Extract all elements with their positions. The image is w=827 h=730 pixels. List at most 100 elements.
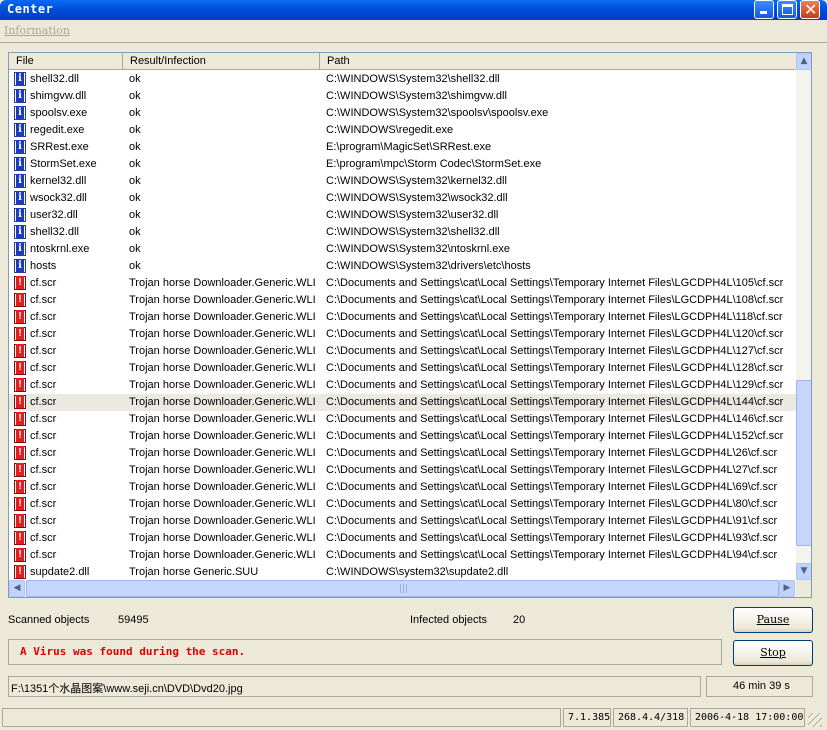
scroll-left-button[interactable]: ◀	[9, 580, 25, 597]
cell-file: cf.scr	[30, 447, 57, 459]
table-row[interactable]: cf.scr Trojan horse Downloader.Generic.WL…	[9, 360, 796, 377]
cell-result: ok	[129, 107, 141, 119]
virus-found-message: A Virus was found during the scan.	[20, 645, 246, 658]
cell-path: C:\WINDOWS\regedit.exe	[326, 124, 454, 136]
table-row[interactable]: cf.scr Trojan horse Downloader.Generic.WL…	[9, 275, 796, 292]
info-icon	[14, 72, 26, 86]
resize-grip[interactable]	[808, 713, 822, 727]
cell-file: user32.dll	[30, 209, 78, 221]
cell-path: C:\Documents and Settings\cat\Local Sett…	[326, 396, 784, 408]
table-row[interactable]: cf.scr Trojan horse Downloader.Generic.WL…	[9, 394, 796, 411]
menu-information[interactable]: Information	[4, 24, 70, 37]
table-row[interactable]: shell32.dll ok C:\WINDOWS\System32\shell32…	[9, 224, 796, 241]
vertical-scroll-thumb[interactable]	[796, 380, 811, 546]
info-icon	[14, 174, 26, 188]
warning-icon	[14, 446, 26, 460]
minimize-icon	[760, 11, 767, 14]
info-icon	[14, 89, 26, 103]
column-header-result[interactable]: Result/Infection	[123, 53, 320, 70]
table-row[interactable]: cf.scr Trojan horse Downloader.Generic.WL…	[9, 343, 796, 360]
maximize-button[interactable]	[777, 0, 797, 19]
column-header-path[interactable]: Path	[320, 53, 796, 70]
cell-result: Trojan horse Downloader.Generic.WLI	[129, 430, 316, 442]
cell-result: ok	[129, 192, 141, 204]
column-header-file[interactable]: File	[9, 53, 123, 70]
table-row[interactable]: shimgvw.dll ok C:\WINDOWS\System32\shimgvw…	[9, 88, 796, 105]
warning-icon	[14, 412, 26, 426]
table-row[interactable]: cf.scr Trojan horse Downloader.Generic.WL…	[9, 377, 796, 394]
cell-path: C:\Documents and Settings\cat\Local Sett…	[326, 311, 783, 323]
cell-path: C:\WINDOWS\System32\kernel32.dll	[326, 175, 507, 187]
stop-button[interactable]: Stop	[733, 640, 813, 666]
table-row[interactable]: spoolsv.exe ok C:\WINDOWS\System32\spoolsv…	[9, 105, 796, 122]
cell-path: C:\Documents and Settings\cat\Local Sett…	[326, 294, 784, 306]
minimize-button[interactable]	[754, 0, 774, 19]
cell-path: C:\WINDOWS\System32\ntoskrnl.exe	[326, 243, 510, 255]
cell-result: Trojan horse Downloader.Generic.WLI	[129, 345, 316, 357]
table-row[interactable]: ntoskrnl.exe ok C:\WINDOWS\System32\ntoskr…	[9, 241, 796, 258]
warning-icon	[14, 480, 26, 494]
table-row[interactable]: cf.scr Trojan horse Downloader.Generic.WL…	[9, 445, 796, 462]
table-row[interactable]: SRRest.exe ok E:\program\MagicSet\SRRest.e…	[9, 139, 796, 156]
table-row[interactable]: cf.scr Trojan horse Downloader.Generic.WL…	[9, 547, 796, 564]
list-header: File Result/Infection Path	[9, 53, 796, 70]
table-row[interactable]: cf.scr Trojan horse Downloader.Generic.WL…	[9, 411, 796, 428]
table-row[interactable]: cf.scr Trojan horse Downloader.Generic.WL…	[9, 326, 796, 343]
warning-icon	[14, 429, 26, 443]
cell-result: Trojan horse Downloader.Generic.WLI	[129, 396, 316, 408]
table-row[interactable]: kernel32.dll ok C:\WINDOWS\System32\kernel…	[9, 173, 796, 190]
cell-result: ok	[129, 209, 141, 221]
table-row[interactable]: cf.scr Trojan horse Downloader.Generic.WL…	[9, 513, 796, 530]
cell-result: Trojan horse Downloader.Generic.WLI	[129, 464, 316, 476]
table-row[interactable]: cf.scr Trojan horse Downloader.Generic.WL…	[9, 292, 796, 309]
table-row[interactable]: cf.scr Trojan horse Downloader.Generic.WL…	[9, 479, 796, 496]
table-row[interactable]: cf.scr Trojan horse Downloader.Generic.WL…	[9, 309, 796, 326]
table-row[interactable]: cf.scr Trojan horse Downloader.Generic.WL…	[9, 428, 796, 445]
status-panel-empty	[2, 708, 561, 727]
cell-result: Trojan horse Downloader.Generic.WLI	[129, 379, 316, 391]
cell-path: C:\Documents and Settings\cat\Local Sett…	[326, 532, 778, 544]
info-icon	[14, 123, 26, 137]
cell-result: Trojan horse Downloader.Generic.WLI	[129, 362, 316, 374]
warning-icon	[14, 463, 26, 477]
cell-result: Trojan horse Downloader.Generic.WLI	[129, 549, 316, 561]
pause-button[interactable]: Pause	[733, 607, 813, 633]
horizontal-scroll-thumb[interactable]: |||	[26, 580, 779, 597]
cell-result: Trojan horse Downloader.Generic.WLI	[129, 447, 316, 459]
table-row[interactable]: StormSet.exe ok E:\program\mpc\Storm Codec…	[9, 156, 796, 173]
cell-file: cf.scr	[30, 396, 57, 408]
table-row[interactable]: supdate2.dll Trojan horse Generic.SUU C:\W…	[9, 564, 796, 580]
table-row[interactable]: cf.scr Trojan horse Downloader.Generic.WL…	[9, 462, 796, 479]
table-row[interactable]: user32.dll ok C:\WINDOWS\System32\user32.d…	[9, 207, 796, 224]
scrollbar-corner	[796, 580, 811, 597]
scroll-right-button[interactable]: ▶	[779, 580, 795, 597]
table-row[interactable]: wsock32.dll ok C:\WINDOWS\System32\wsock32…	[9, 190, 796, 207]
title-bar: Center ✕	[0, 0, 827, 20]
cell-file: regedit.exe	[30, 124, 85, 136]
cell-result: Trojan horse Downloader.Generic.WLI	[129, 481, 316, 493]
cell-path: C:\Documents and Settings\cat\Local Sett…	[326, 277, 784, 289]
cell-path: C:\WINDOWS\System32\drivers\etc\hosts	[326, 260, 531, 272]
warning-icon	[14, 293, 26, 307]
table-row[interactable]: shell32.dll ok C:\WINDOWS\System32\shell32…	[9, 71, 796, 88]
status-database: 268.4.4/318	[613, 708, 688, 727]
info-icon	[14, 259, 26, 273]
info-icon	[14, 225, 26, 239]
cell-path: C:\Documents and Settings\cat\Local Sett…	[326, 345, 784, 357]
table-row[interactable]: hosts ok C:\WINDOWS\System32\drivers\etc\h…	[9, 258, 796, 275]
scroll-down-button[interactable]: ▼	[796, 563, 811, 580]
close-icon: ✕	[804, 0, 818, 19]
table-row[interactable]: regedit.exe ok C:\WINDOWS\regedit.exe	[9, 122, 796, 139]
status-bar: 7.1.385 268.4.4/318 2006-4-18 17:00:00	[0, 705, 827, 730]
close-button[interactable]: ✕	[800, 0, 820, 19]
scroll-up-button[interactable]: ▲	[796, 53, 811, 70]
grip-icon: |||	[399, 584, 409, 594]
table-row[interactable]: cf.scr Trojan horse Downloader.Generic.WL…	[9, 530, 796, 547]
cell-file: cf.scr	[30, 515, 57, 527]
table-row[interactable]: cf.scr Trojan horse Downloader.Generic.WL…	[9, 496, 796, 513]
vertical-scrollbar[interactable]: ▲ ▼	[796, 53, 811, 580]
cell-file: cf.scr	[30, 430, 57, 442]
horizontal-scrollbar[interactable]: ◀ ||| ▶	[9, 580, 796, 597]
results-list[interactable]: File Result/Infection Path shell32.dll ok…	[8, 52, 812, 598]
warning-icon	[14, 276, 26, 290]
